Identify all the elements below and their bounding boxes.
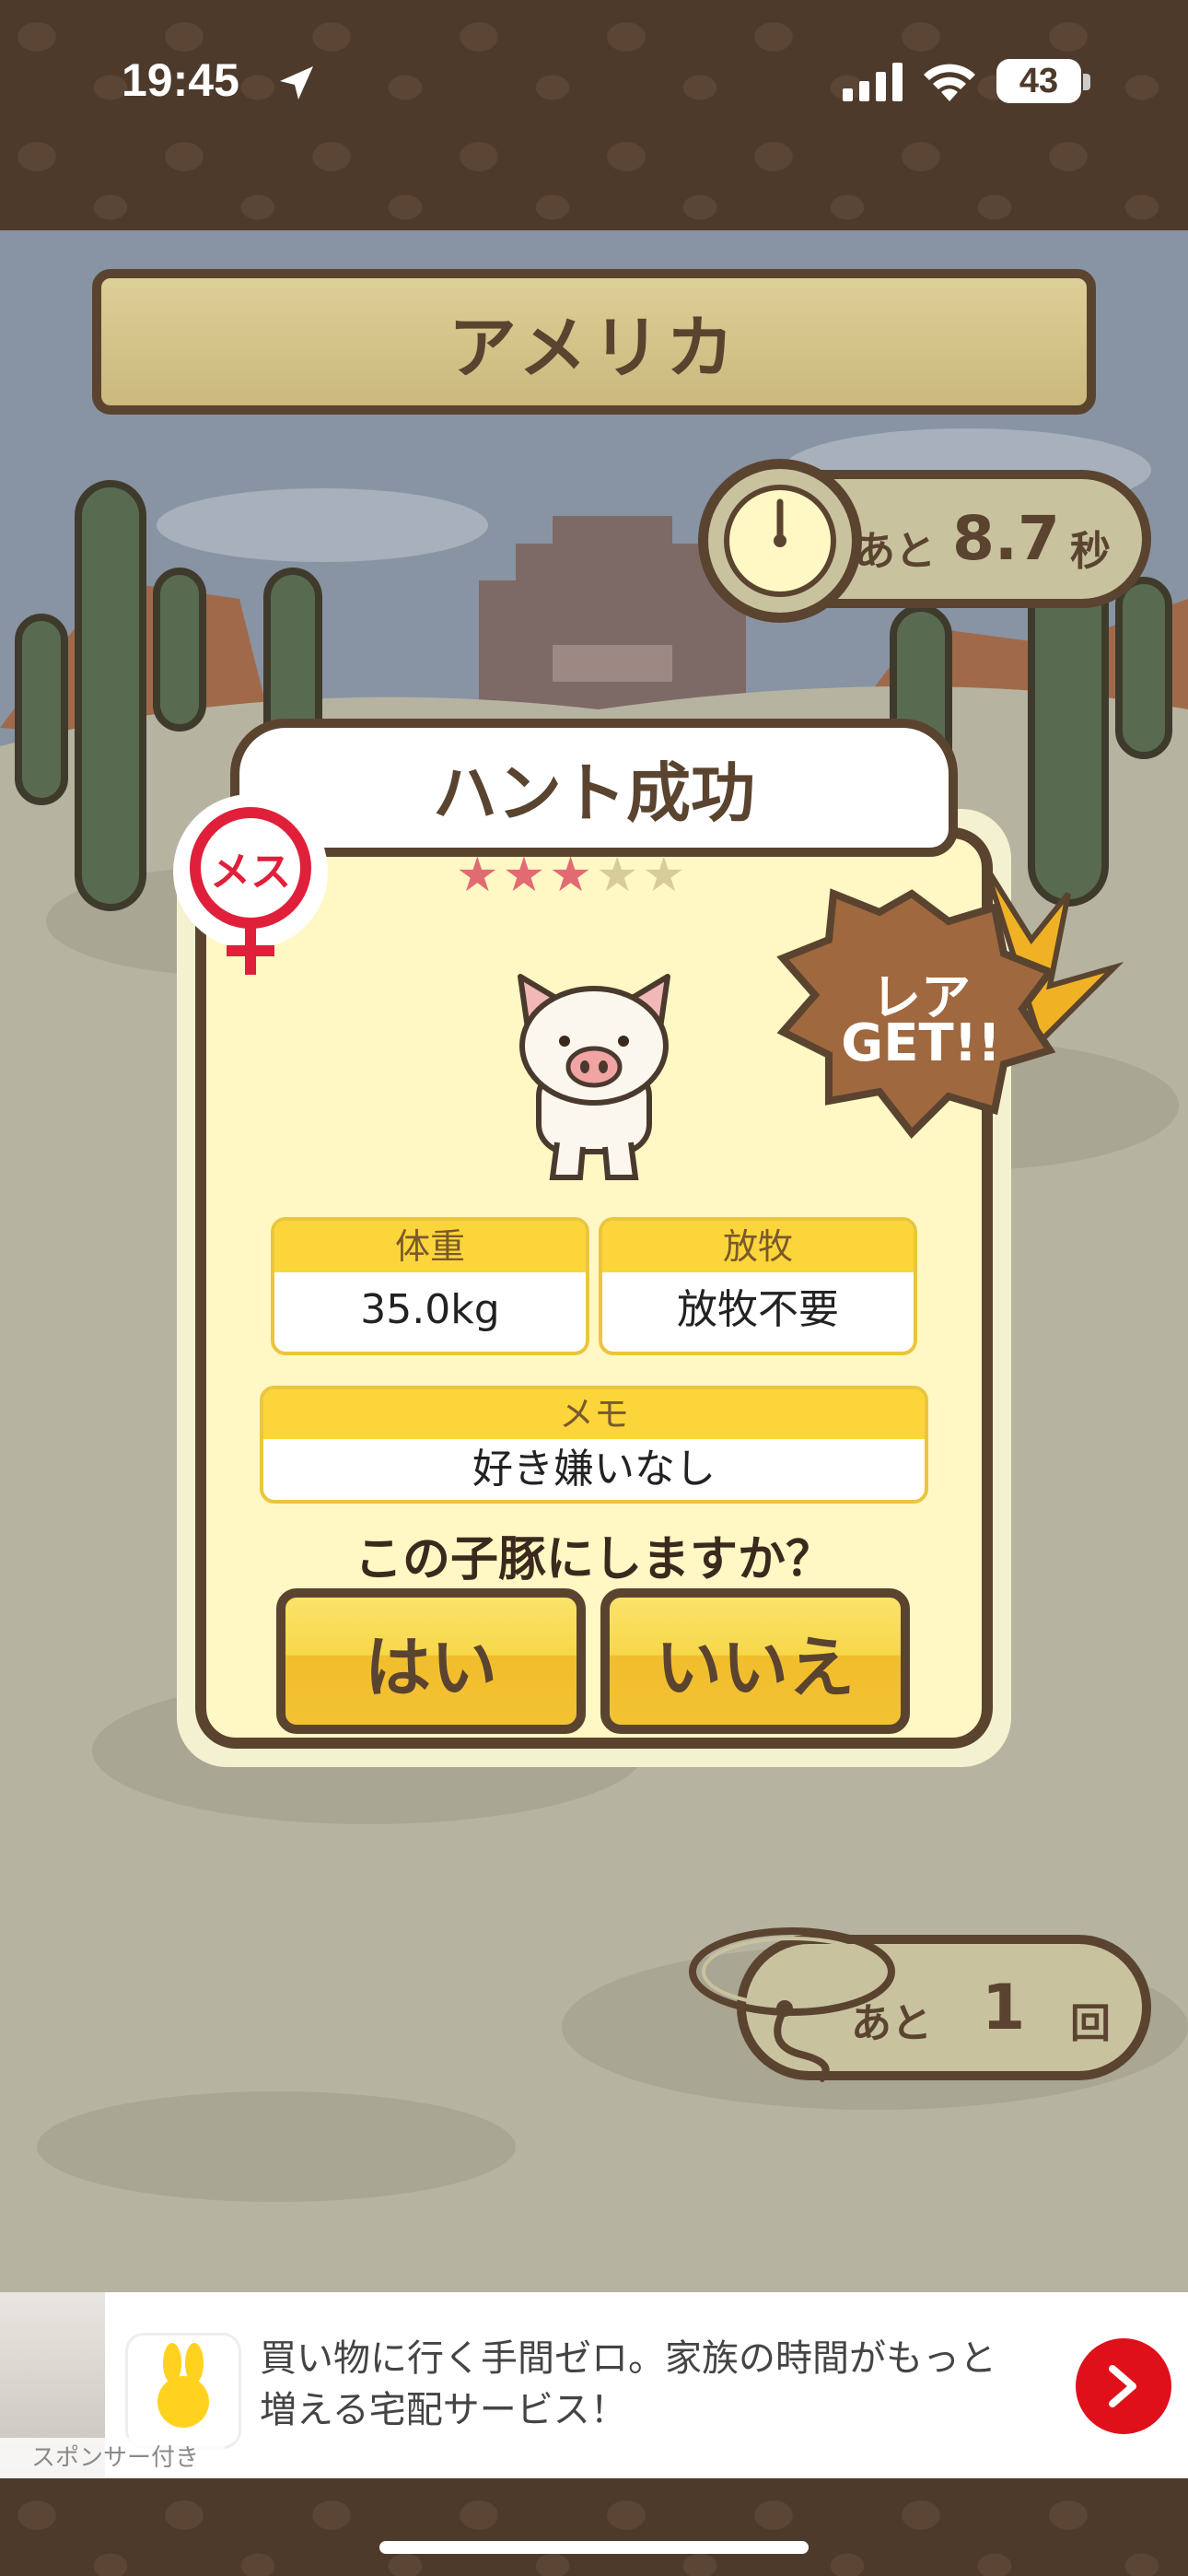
ad-text-line1: 買い物に行く手間ゼロ。家族の時間がもっと [260, 2337, 996, 2380]
lasso-icon [689, 1927, 895, 2082]
chevron-right-icon [1109, 2365, 1136, 2407]
confirm-question: この子豚にしますか？ [354, 1532, 833, 1587]
yes-button-label: はい [364, 1628, 497, 1706]
no-button[interactable]: いいえ [600, 1588, 910, 1734]
location-arrow-icon [280, 66, 313, 100]
grazing-value: 放牧不要 [677, 1286, 839, 1333]
weight-label: 体重 [274, 1221, 586, 1272]
cellular-signal-icon [843, 63, 903, 101]
gender-label: メス [210, 849, 291, 896]
weight-value: 35.0kg [360, 1286, 500, 1333]
time-value: 8.7 [952, 503, 1060, 574]
battery-tip [1083, 74, 1090, 90]
status-bar: 19:45 43 [0, 0, 1188, 230]
weight-field: 体重 35.0kg [271, 1217, 589, 1355]
memo-label: メモ [263, 1389, 925, 1439]
star-filled: ★ [549, 848, 596, 903]
memo-value: 好き嫌いなし [472, 1446, 716, 1493]
location-title: アメリカ [448, 308, 740, 388]
ad-text[interactable]: 買い物に行く手間ゼロ。家族の時間がもっと 増える宅配サービス！ [260, 2333, 1042, 2436]
grazing-field: 放牧 放牧不要 [599, 1217, 917, 1355]
stopwatch-icon [698, 459, 862, 623]
attempts-unit: 回 [1070, 2000, 1111, 2047]
ad-logo-icon[interactable] [125, 2333, 241, 2449]
result-banner: ハント成功 [230, 719, 958, 857]
sponsor-label: スポンサー付き [0, 2438, 225, 2478]
get-label: GET!! [841, 1013, 1001, 1073]
star-empty: ★ [595, 848, 643, 903]
time-unit: 秒 [1070, 528, 1111, 575]
piglet-character [518, 974, 670, 1180]
battery-level: 43 [1019, 61, 1059, 100]
female-badge: メス [173, 794, 328, 975]
star-empty: ★ [642, 848, 690, 903]
star-filled: ★ [502, 848, 550, 903]
ad-text-line2: 増える宅配サービス！ [260, 2389, 627, 2431]
ad-banner[interactable]: 買い物に行く手間ゼロ。家族の時間がもっと 増える宅配サービス！ スポンサー付き [0, 2292, 1188, 2478]
no-button-label: いいえ [655, 1628, 855, 1706]
attempts-value: 1 [982, 1972, 1026, 2044]
rare-get-badge: レア GET!! [774, 857, 1124, 1161]
grazing-label: 放牧 [602, 1221, 914, 1272]
yes-button[interactable]: はい [276, 1588, 586, 1734]
status-time: 19:45 [122, 54, 239, 106]
ad-open-button[interactable] [1076, 2338, 1171, 2434]
result-title: ハント成功 [433, 755, 755, 831]
battery-icon: 43 [996, 59, 1081, 103]
star-filled: ★ [456, 848, 503, 903]
location-plank: アメリカ [92, 269, 1096, 415]
rarity-stars: ★★★★★ [456, 848, 732, 903]
bottom-area [0, 2478, 1188, 2576]
time-prefix: あと [855, 528, 936, 575]
memo-field: メモ 好き嫌いなし [260, 1386, 928, 1504]
wifi-icon [924, 64, 975, 101]
home-indicator[interactable] [379, 2541, 809, 2554]
